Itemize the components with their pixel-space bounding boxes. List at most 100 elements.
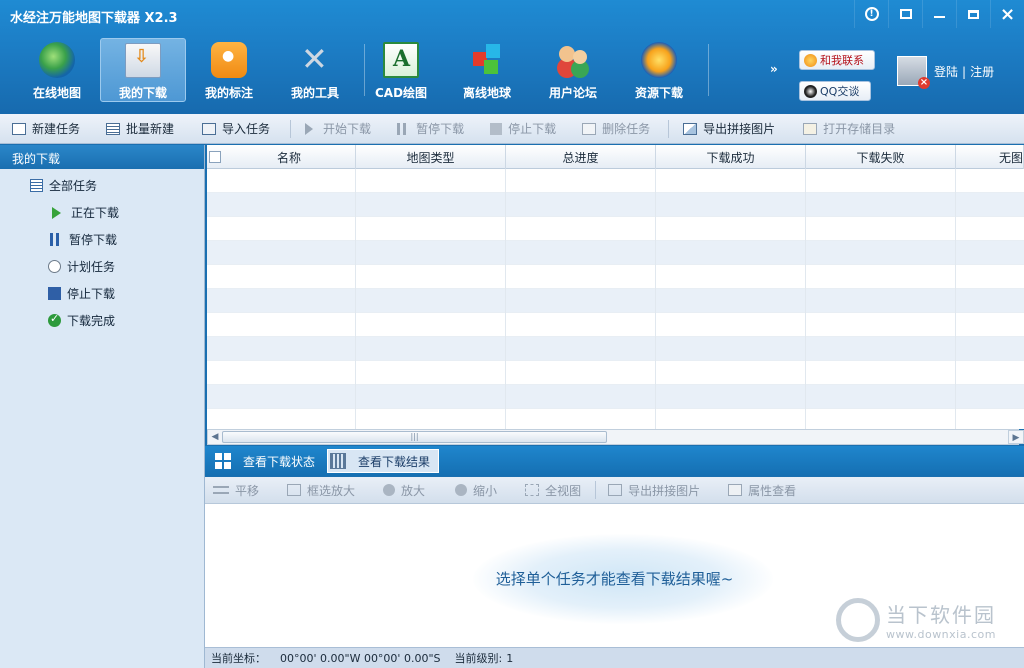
column-header[interactable]: 下载成功	[656, 145, 806, 169]
new-task-button[interactable]: 新建任务	[12, 114, 80, 144]
resource-icon	[641, 42, 677, 78]
table-body	[207, 169, 1024, 429]
tab-download-result[interactable]: 查看下载结果	[327, 449, 440, 473]
scrollbar-thumb[interactable]: |||	[222, 431, 607, 443]
delete-task-button[interactable]: 删除任务	[582, 114, 650, 144]
box-zoom-label: 框选放大	[307, 483, 356, 498]
table-row[interactable]	[207, 217, 1024, 241]
tab-label: 我的标注	[204, 86, 253, 100]
main-tabs: 在线地图 我的下载 我的标注 我的工具 CAD绘图 离线地球 用户论坛 资源下	[14, 38, 702, 102]
stop-icon	[48, 287, 61, 300]
full-view-button[interactable]: 全视图	[525, 477, 581, 504]
preview-hint: 选择单个任务才能查看下载结果喔~	[495, 570, 734, 588]
maximize-icon	[968, 9, 979, 19]
box-zoom-icon	[287, 484, 302, 496]
zoom-in-button[interactable]: 放大	[383, 477, 425, 504]
column-header[interactable]: 下载失败	[806, 145, 956, 169]
batch-new-button[interactable]: 批量新建	[106, 114, 174, 144]
avatar[interactable]	[897, 56, 930, 89]
table-row[interactable]	[207, 337, 1024, 361]
table-row[interactable]	[207, 409, 1024, 429]
table-row[interactable]	[207, 361, 1024, 385]
table-row[interactable]	[207, 313, 1024, 337]
sidebar-item-label: 正在下载	[71, 206, 120, 220]
qq-chat-button[interactable]: QQ交谈	[799, 81, 871, 101]
folder-icon	[803, 122, 818, 135]
tab-label: 我的下载	[118, 86, 167, 100]
scroll-right-icon[interactable]: ▶	[1008, 430, 1024, 444]
status-bar: 当前坐标： 00°00' 0.00"W 00°00' 0.00"S 当前级别: …	[205, 647, 1024, 668]
batch-new-icon	[106, 122, 121, 135]
open-folder-button[interactable]: 打开存储目录	[803, 114, 895, 144]
watermark-logo-icon	[836, 598, 880, 642]
sidebar-item-paused[interactable]: 暂停下载	[50, 231, 117, 248]
maximize-button[interactable]	[956, 0, 990, 28]
menu-button[interactable]	[888, 0, 922, 28]
task-table: 名称 地图类型 总进度 下载成功 下载失败 无图	[207, 145, 1024, 429]
toolbar-separator	[668, 119, 670, 138]
start-download-button[interactable]: 开始下载	[305, 114, 371, 144]
contact-button[interactable]: 和我联系	[799, 50, 875, 70]
tab-my-markers[interactable]: 我的标注	[186, 38, 272, 102]
tools-icon	[297, 40, 333, 78]
tab-label: 资源下载	[634, 86, 683, 100]
column-header[interactable]: 名称	[223, 145, 356, 169]
sidebar-item-all-tasks[interactable]: 全部任务	[30, 177, 97, 194]
column-header[interactable]: 无图	[956, 145, 1024, 169]
scroll-left-icon[interactable]: ◀	[208, 430, 222, 444]
pan-button[interactable]: 平移	[213, 477, 259, 504]
new-task-label: 新建任务	[32, 122, 81, 136]
stop-download-button[interactable]: 停止下载	[490, 114, 556, 144]
tab-online-map[interactable]: 在线地图	[14, 38, 100, 102]
export-mosaic-button[interactable]: 导出拼接图片	[683, 114, 775, 144]
table-row[interactable]	[207, 265, 1024, 289]
tab-offline-earth[interactable]: 离线地球	[444, 38, 530, 102]
zoom-out-button[interactable]: 缩小	[455, 477, 497, 504]
coord-label: 当前坐标：	[211, 652, 266, 665]
sidebar-item-stopped[interactable]: 停止下载	[48, 285, 115, 302]
table-row[interactable]	[207, 193, 1024, 217]
tab-cad[interactable]: CAD绘图	[358, 38, 444, 102]
minimize-button[interactable]	[922, 0, 956, 28]
info-button[interactable]: !	[854, 0, 888, 28]
login-link[interactable]: 登陆	[934, 65, 958, 79]
properties-button[interactable]: 属性查看	[728, 477, 796, 504]
sidebar-item-completed[interactable]: 下载完成	[48, 312, 115, 329]
batch-new-label: 批量新建	[126, 122, 175, 136]
register-link[interactable]: 注册	[970, 65, 994, 79]
map-toolbar: 平移 框选放大 放大 缩小 全视图 导出拼接图片 属性查看	[205, 477, 1024, 504]
qq-label: QQ交谈	[820, 85, 860, 98]
clock-icon	[48, 260, 61, 273]
sidebar-title: 我的下载	[0, 145, 204, 169]
column-header[interactable]: 地图类型	[356, 145, 506, 169]
tab-user-forum[interactable]: 用户论坛	[530, 38, 616, 102]
pause-download-button[interactable]: 暂停下载	[397, 114, 464, 144]
toolbar-divider	[364, 44, 365, 96]
table-row[interactable]	[207, 241, 1024, 265]
tab-my-downloads[interactable]: 我的下载	[100, 38, 186, 102]
properties-label: 属性查看	[748, 483, 797, 498]
title-toolbar: 水经注万能地图下载器 X2.3 ! × 在线地图 我的下载 我的标注 我的工具 …	[0, 0, 1024, 114]
tab-download-status[interactable]: 查看下载状态	[213, 449, 323, 473]
close-button[interactable]: ×	[990, 0, 1024, 28]
pause-icon	[50, 233, 59, 246]
tab-my-tools[interactable]: 我的工具	[272, 38, 358, 102]
column-header[interactable]: 总进度	[506, 145, 656, 169]
more-tabs-button[interactable]: »	[770, 62, 778, 76]
tab-resource-download[interactable]: 资源下载	[616, 38, 702, 102]
play-icon	[305, 122, 314, 135]
export-mosaic-map-button[interactable]: 导出拼接图片	[608, 477, 700, 504]
sidebar-item-scheduled[interactable]: 计划任务	[48, 258, 115, 275]
box-zoom-button[interactable]: 框选放大	[287, 477, 355, 504]
import-icon	[202, 122, 217, 135]
sidebar-item-downloading[interactable]: 正在下载	[52, 204, 119, 221]
app-title: 水经注万能地图下载器 X2.3	[10, 11, 178, 26]
import-task-button[interactable]: 导入任务	[202, 114, 270, 144]
horizontal-scrollbar[interactable]: ◀ ||| ▶	[207, 429, 1024, 445]
full-view-label: 全视图	[545, 483, 582, 498]
table-row[interactable]	[207, 385, 1024, 409]
cad-icon	[383, 42, 419, 78]
select-all-checkbox[interactable]	[207, 145, 223, 169]
table-row[interactable]	[207, 169, 1024, 193]
table-row[interactable]	[207, 289, 1024, 313]
